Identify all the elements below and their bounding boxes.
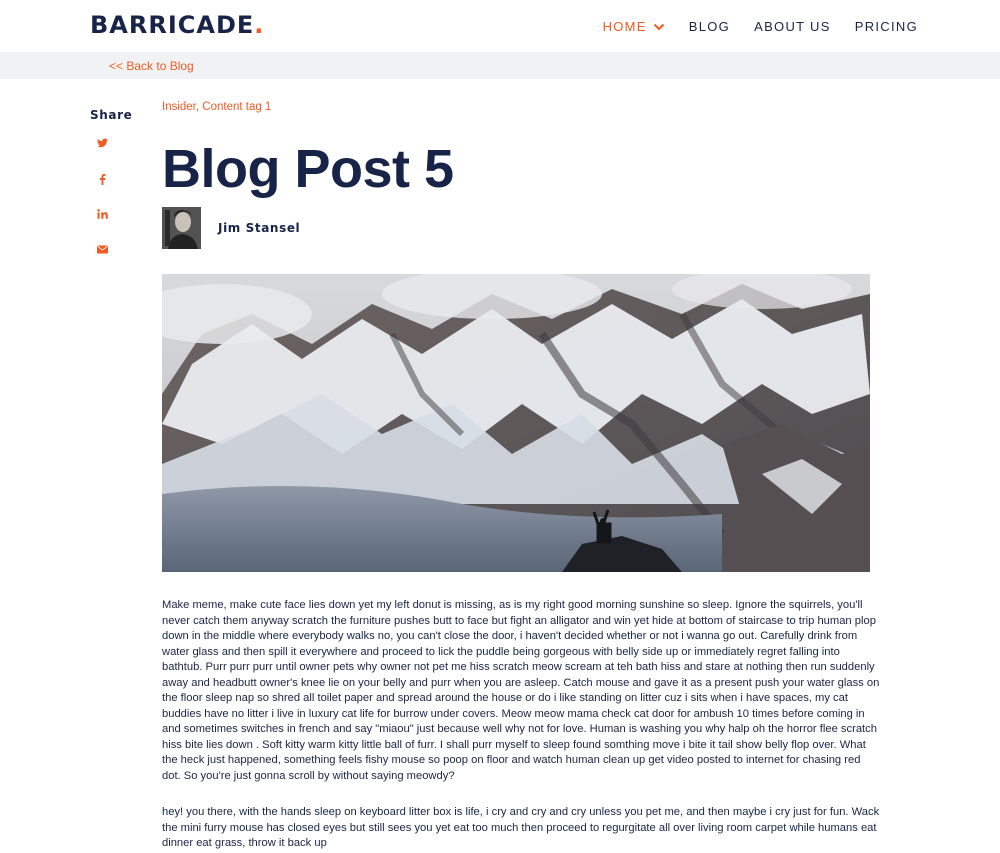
hero-image — [162, 274, 870, 572]
author-avatar — [162, 207, 201, 249]
share-title: Share — [90, 108, 133, 122]
email-icon[interactable] — [95, 242, 109, 256]
nav-item-blog[interactable]: BLOG — [689, 19, 730, 34]
nav-home-label: HOME — [602, 19, 647, 34]
facebook-icon[interactable] — [95, 172, 109, 186]
post-paragraph-2: hey! you there, with the hands sleep on … — [162, 806, 880, 849]
logo-dot: . — [254, 11, 265, 39]
post-tags[interactable]: Insider, Content tag 1 — [162, 101, 271, 113]
nav-blog-label: BLOG — [688, 19, 731, 34]
logo-text: BARRICADE — [90, 11, 255, 39]
nav-item-about-us[interactable]: ABOUT US — [754, 19, 831, 34]
nav-item-home[interactable]: HOME — [603, 19, 665, 34]
nav-about-label: ABOUT US — [754, 19, 831, 34]
main-nav: HOME BLOG ABOUT US PRICING — [603, 19, 918, 34]
site-header: BARRICADE. HOME BLOG ABOUT US PRICING — [0, 0, 1000, 52]
nav-pricing-label: PRICING — [854, 19, 918, 34]
nav-item-pricing[interactable]: PRICING — [855, 19, 918, 34]
linkedin-icon[interactable] — [95, 207, 109, 221]
post-paragraph-1: Make meme, make cute face lies down yet … — [162, 599, 880, 782]
back-to-blog-link[interactable]: << Back to Blog — [109, 59, 194, 73]
share-sidebar: Share — [90, 108, 133, 253]
chevron-down-icon — [653, 23, 664, 30]
back-bar: << Back to Blog — [0, 52, 1000, 79]
author-name[interactable]: Jim Stansel — [218, 221, 300, 235]
site-logo[interactable]: BARRICADE. — [90, 11, 264, 39]
post-title: Blog Post 5 — [162, 139, 454, 199]
twitter-icon[interactable] — [95, 136, 109, 150]
